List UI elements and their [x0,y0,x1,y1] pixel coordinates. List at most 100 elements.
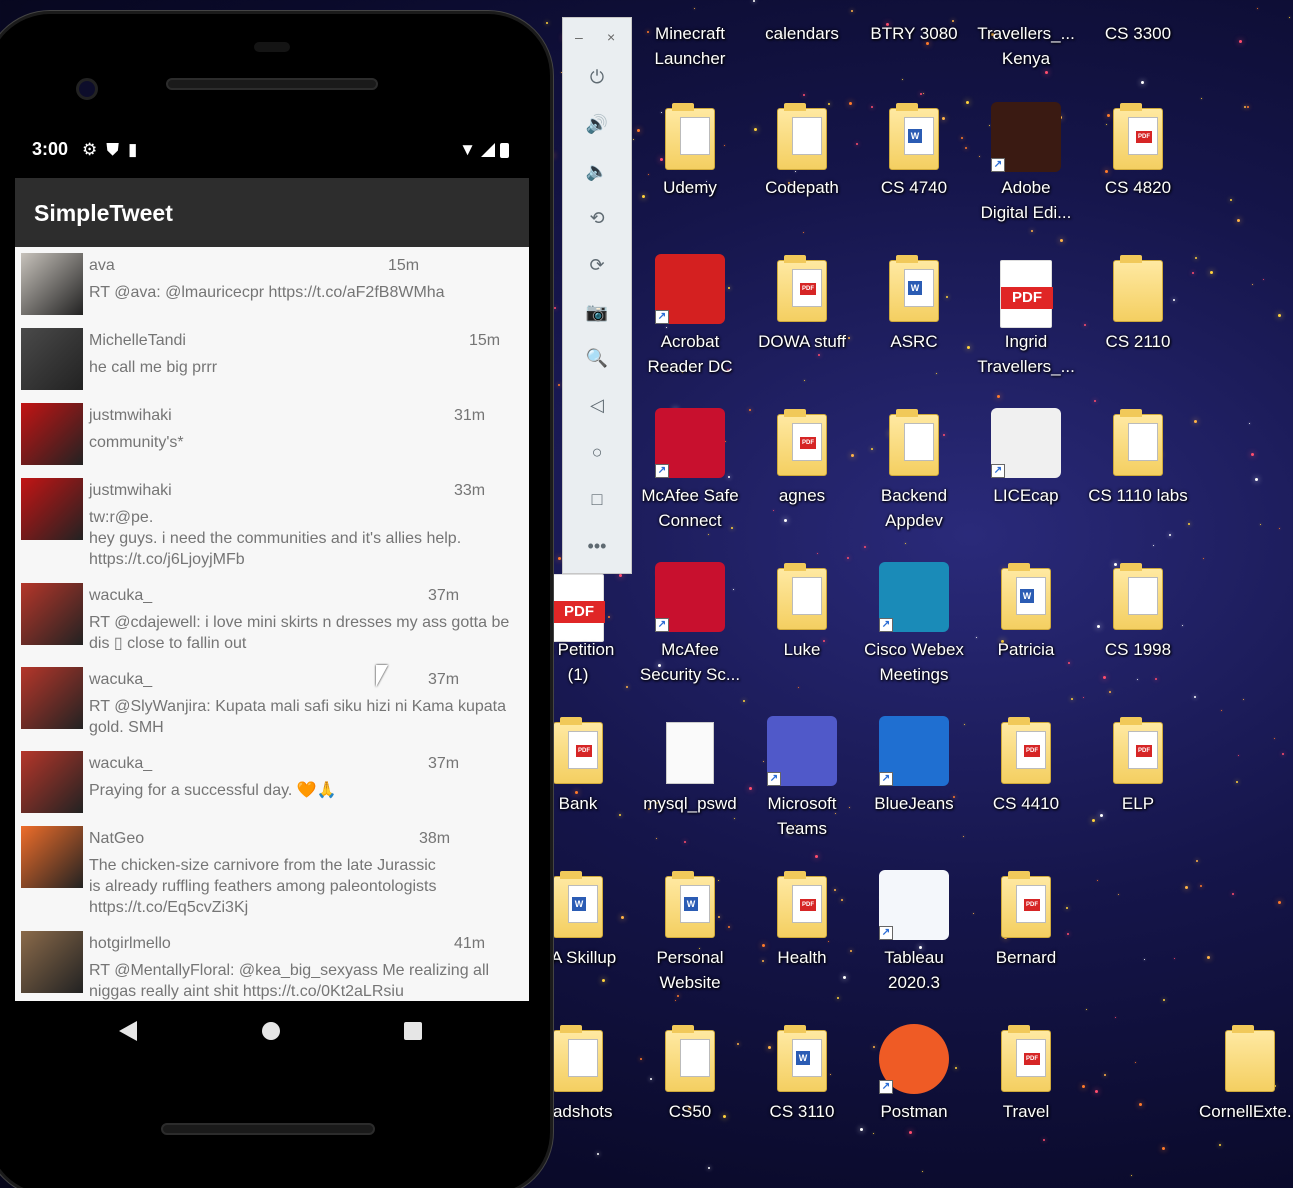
tweet-body: community's* [89,434,184,451]
camera-icon[interactable]: 📷 [584,299,610,325]
star-sparkle [988,125,990,127]
avatar[interactable] [21,478,83,540]
star-sparkle [905,543,907,545]
star-sparkle [794,171,796,173]
minimize-button[interactable]: – [575,29,583,45]
home-icon[interactable]: ○ [584,439,610,465]
folder-icon [1113,409,1163,476]
star-sparkle [802,232,804,234]
folder-icon: W [777,1025,827,1092]
star-sparkle [1071,697,1074,700]
star-sparkle [1140,81,1144,85]
nav-home-button[interactable] [262,1022,280,1040]
star-sparkle [1059,238,1063,242]
star-sparkle [649,1078,652,1081]
desktop-icon-label: CS 3300 [1104,24,1172,43]
rotate-right-icon[interactable]: ⟳ [584,252,610,278]
folder-icon [889,409,939,476]
overview-icon[interactable]: □ [584,486,610,512]
star-sparkle [850,10,853,12]
star-sparkle [1103,675,1107,679]
desktop-icon-label: Codepath [765,178,839,197]
document-icon [568,1039,598,1077]
avatar[interactable] [21,826,83,888]
desktop-icon-label: calendars [765,24,839,43]
rotate-left-icon[interactable]: ⟲ [584,205,610,231]
shortcut-arrow-icon: ↗ [655,464,669,478]
desktop-icon-label: Personal Website [656,948,724,992]
folder-icon [1113,563,1163,630]
tweet-username: hotgirlmello [89,935,171,952]
avatar[interactable] [21,328,83,390]
nav-back-button[interactable] [119,1021,137,1041]
star-sparkle [1173,957,1175,959]
android-nav-bar [15,1001,529,1063]
avatar[interactable] [21,403,83,465]
star-sparkle [1248,422,1250,424]
more-icon[interactable]: ••• [584,533,610,559]
pdf-badge-icon: PDF [800,437,816,449]
star-sparkle [660,158,664,162]
desktop-icon-label: Patricia [997,640,1055,659]
desktop-icon-label: CS 3110 [769,1102,835,1121]
star-sparkle [863,545,866,548]
avatar[interactable] [21,583,83,645]
avatar[interactable] [21,253,83,315]
desktop-icon-label: McAfee Safe Connect [641,486,739,530]
star-sparkle [736,1042,739,1045]
tweet-username: justmwihaki [89,482,172,499]
star-sparkle [1282,752,1285,755]
star-sparkle [870,105,873,108]
shortcut-arrow-icon: ↗ [991,158,1005,172]
volume-down-icon[interactable]: 🔈 [584,158,610,184]
front-camera-icon [76,78,98,100]
word-badge-icon: W [684,897,698,911]
volume-up-icon[interactable]: 🔊 [584,111,610,137]
folder-icon: PDF [1001,871,1051,938]
desktop-icon-label: mysql_pswd [643,794,737,813]
star-sparkle [1136,678,1138,680]
star-sparkle [1168,534,1171,537]
pdf-label-icon: PDF [1001,287,1053,309]
avatar[interactable] [21,931,83,993]
star-sparkle [1231,893,1234,896]
pdf-file-icon: PDF [1000,260,1053,328]
zoom-icon[interactable]: 🔍 [584,345,610,371]
desktop-icon-label: CS 1998 [1104,640,1172,659]
star-sparkle [1031,230,1034,233]
star-sparkle [1107,113,1111,117]
star-sparkle [817,354,820,357]
android-status-bar: 3:00 ⚙ ⛊ ▮ ▼ [27,138,541,178]
star-sparkle [1086,1008,1088,1010]
star-sparkle [1154,677,1157,680]
desktop-icon-label: Tableau 2020.3 [884,948,944,992]
star-sparkle [1195,859,1198,862]
word-badge-icon: W [908,281,922,295]
star-sparkle [1244,106,1247,109]
status-time: 3:00 [32,139,69,159]
back-icon[interactable]: ◁ [584,392,610,418]
star-sparkle [1083,324,1086,327]
power-icon[interactable]: ⏻ [584,64,610,90]
close-button[interactable]: × [607,29,615,45]
folder-icon [665,1025,715,1092]
nav-recents-button[interactable] [404,1022,422,1040]
star-sparkle [837,996,840,999]
avatar[interactable] [21,751,83,813]
star-sparkle [1277,313,1281,317]
shortcut-arrow-icon: ↗ [879,1080,893,1094]
star-sparkle [802,94,805,97]
tweet-timeline[interactable]: ava 15m RT @ava: @lmauricecpr https://t.co… [15,247,529,1001]
app-icon: ↗ [879,870,949,940]
shortcut-arrow-icon: ↗ [879,618,893,632]
star-sparkle [1237,218,1241,222]
document-icon [792,577,822,615]
star-sparkle [955,1066,957,1069]
star-sparkle [767,1046,771,1050]
tweet-username: ava [89,257,115,274]
desktop-icon-label: Travel [1002,1102,1050,1121]
avatar[interactable] [21,667,83,729]
star-sparkle [946,295,949,298]
shortcut-arrow-icon: ↗ [879,926,893,940]
star-sparkle [1278,901,1282,904]
